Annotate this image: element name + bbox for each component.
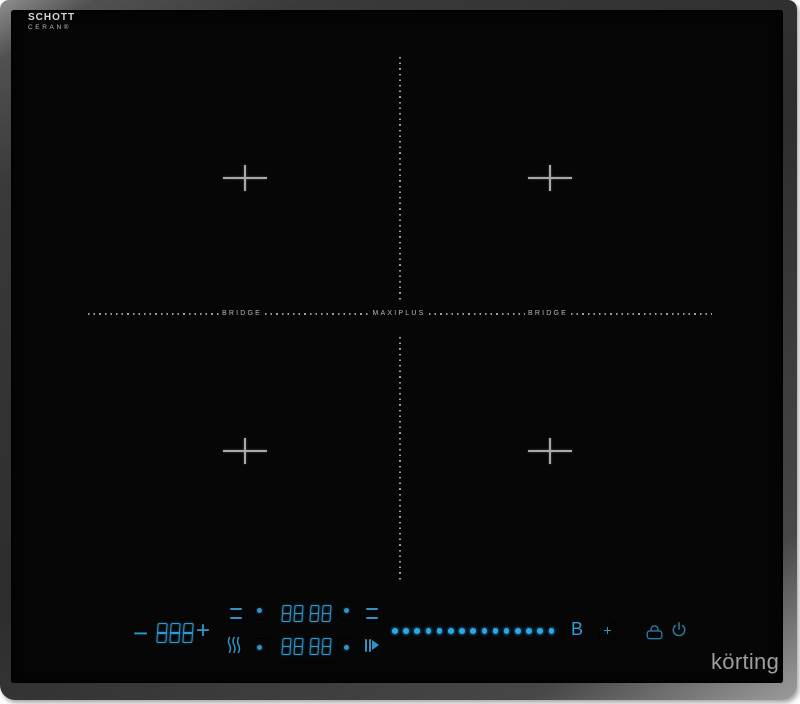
schott-ceran-logo: SCHOTT CERAN® — [28, 13, 75, 32]
seven-segment-digit — [321, 638, 331, 655]
dotted-segment — [265, 313, 369, 315]
bridge-left-label: BRIDGE — [219, 310, 265, 317]
seven-segment-digit — [293, 605, 303, 622]
power-icon[interactable] — [670, 621, 688, 639]
dotted-segment — [429, 313, 525, 315]
seven-segment-digit — [309, 638, 319, 655]
slider-dot[interactable] — [493, 628, 499, 634]
lock-icon[interactable] — [645, 623, 664, 640]
slider-dot[interactable] — [482, 628, 488, 634]
glass-surface — [11, 10, 783, 683]
timer-display-front-left — [282, 638, 303, 655]
slider-dot[interactable] — [549, 628, 555, 634]
seven-segment-digit — [182, 623, 193, 643]
power-level-display — [157, 623, 193, 643]
timer-display-rear-left — [282, 605, 303, 622]
timer-zone-front-right-icon[interactable] — [337, 638, 351, 652]
zone-cross-rear-right — [528, 165, 572, 191]
timer-display-rear-right — [310, 605, 331, 622]
minus-button[interactable]: − — [133, 620, 148, 646]
schott-logo-text: SCHOTT — [28, 13, 75, 23]
corner-bracket — [611, 634, 616, 639]
zone-cross-front-left — [223, 438, 267, 464]
maxiplus-label: MAXIPLUS — [369, 310, 429, 317]
flex-zone-divider-top — [399, 57, 401, 300]
steam-waves-icon[interactable] — [227, 636, 241, 654]
slider-dot[interactable] — [392, 628, 398, 634]
bars-play-icon[interactable] — [365, 638, 379, 652]
double-dash-bridge-left-icon[interactable] — [230, 607, 242, 620]
slider-dot[interactable] — [459, 628, 465, 634]
slider-dot[interactable] — [526, 628, 532, 634]
slider-dot[interactable] — [414, 628, 420, 634]
play-triangle — [372, 640, 379, 650]
corners-plus-icon[interactable] — [599, 622, 616, 639]
slider-dot[interactable] — [537, 628, 543, 634]
korting-logo: körting — [711, 651, 779, 673]
seven-segment-digit — [156, 623, 167, 643]
timer-zone-rear-right-icon[interactable] — [337, 606, 351, 620]
bridge-right-label: BRIDGE — [525, 310, 571, 317]
plus-button[interactable]: + — [196, 619, 210, 643]
timer-display-front-right — [310, 638, 331, 655]
flex-zone-divider-bottom — [399, 337, 401, 580]
power-slider[interactable] — [392, 628, 554, 634]
induction-hob: SCHOTT CERAN® BRIDGE MAXIPLUS BRIDGE − + — [0, 0, 797, 700]
seven-segment-digit — [281, 638, 291, 655]
slider-dot[interactable] — [515, 628, 521, 634]
seven-segment-digit — [293, 638, 303, 655]
dotted-segment — [88, 313, 219, 315]
slider-dot[interactable] — [448, 628, 454, 634]
slider-dot[interactable] — [437, 628, 443, 634]
timer-zone-front-left-icon[interactable] — [255, 638, 269, 652]
corner-bracket — [599, 622, 604, 627]
play-bar — [369, 639, 371, 652]
seven-segment-digit — [321, 605, 331, 622]
timer-zone-rear-left-icon[interactable] — [255, 606, 269, 620]
play-bar — [365, 639, 367, 652]
slider-dot[interactable] — [403, 628, 409, 634]
corner-bracket — [599, 634, 604, 639]
slider-dot[interactable] — [426, 628, 432, 634]
seven-segment-digit — [281, 605, 291, 622]
double-dash-bridge-right-icon[interactable] — [366, 607, 378, 620]
slider-dot[interactable] — [470, 628, 476, 634]
booster-button[interactable]: B — [571, 620, 583, 638]
dotted-segment — [571, 313, 712, 315]
bridge-divider-line: BRIDGE MAXIPLUS BRIDGE — [88, 309, 712, 318]
slider-dot[interactable] — [504, 628, 510, 634]
ceran-logo-text: CERAN® — [28, 25, 75, 32]
seven-segment-digit — [169, 623, 180, 643]
zone-cross-front-right — [528, 438, 572, 464]
zone-cross-rear-left — [223, 165, 267, 191]
seven-segment-digit — [309, 605, 319, 622]
corner-bracket — [611, 622, 616, 627]
